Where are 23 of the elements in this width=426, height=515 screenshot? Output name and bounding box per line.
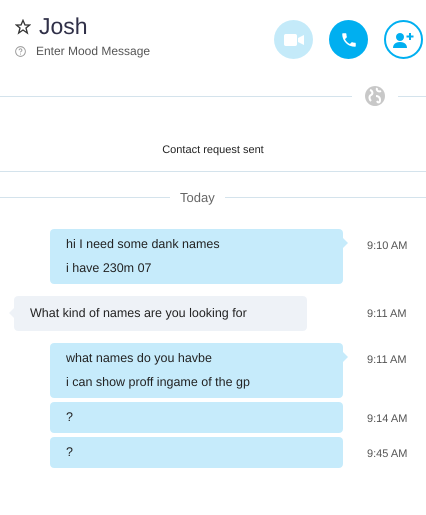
help-icon <box>15 46 26 56</box>
message-text: what names do you havbe <box>66 350 213 367</box>
globe-icon <box>364 85 386 107</box>
phone-icon <box>340 30 358 48</box>
message-text: i have 230m 07 <box>66 260 152 277</box>
add-contact-button[interactable] <box>384 20 423 59</box>
message-text: What kind of names are you looking for <box>30 305 248 322</box>
message-text: ? <box>66 409 74 426</box>
message-time: 9:14 AM <box>367 413 408 425</box>
day-separator: Today <box>179 190 216 205</box>
message-time: 9:45 AM <box>367 448 408 460</box>
message-time: 9:11 AM <box>367 354 407 366</box>
message-time: 9:11 AM <box>367 308 407 320</box>
star-icon[interactable] <box>15 18 31 34</box>
video-camera-icon <box>284 34 304 46</box>
add-person-icon <box>392 32 414 48</box>
message-text: ? <box>66 444 74 461</box>
call-button[interactable] <box>329 20 368 59</box>
message-text: i can show proff ingame of the gp <box>66 374 251 391</box>
contact-name: Josh <box>39 13 88 40</box>
contact-request-notice: Contact request sent <box>162 144 264 156</box>
message-time: 9:10 AM <box>367 240 408 252</box>
message-text: hi I need some dank names <box>66 236 221 253</box>
